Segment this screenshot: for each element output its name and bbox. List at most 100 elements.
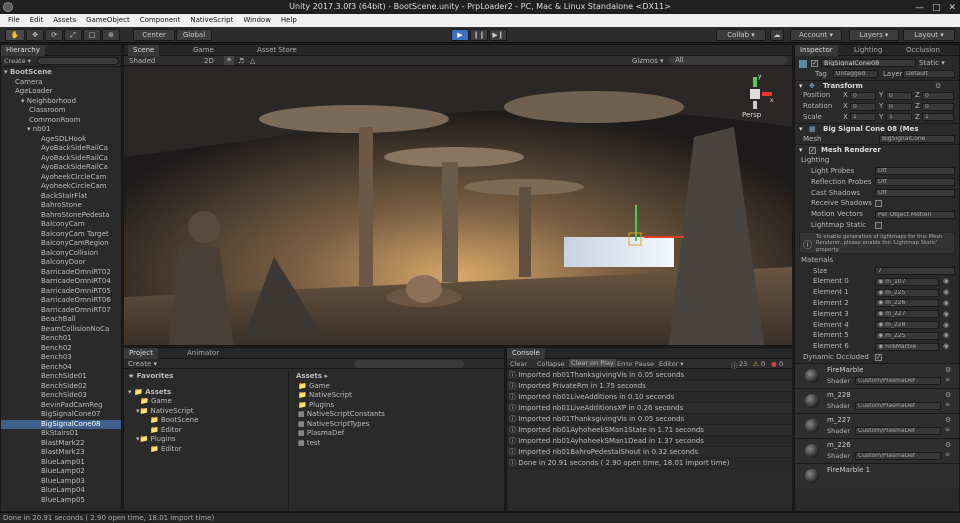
- tree-item-game[interactable]: 📁 Game: [124, 397, 288, 407]
- console-log-entry[interactable]: ⓘ Imported nb01AyhoheekSMan1State in 1.7…: [507, 425, 792, 436]
- object-picker-icon[interactable]: ◉: [943, 287, 949, 298]
- hierarchy-item[interactable]: Camera: [1, 78, 121, 88]
- console-log-entry[interactable]: ⓘ Imported nb01LiveAdditionsXP in 0.26 s…: [507, 403, 792, 414]
- menu-component[interactable]: Component: [135, 14, 186, 27]
- error-icon[interactable]: ●: [771, 360, 777, 368]
- projection-label[interactable]: Persp: [742, 111, 761, 119]
- hierarchy-item[interactable]: ▾ Neighborhood: [1, 97, 121, 107]
- active-checkbox[interactable]: ✓: [811, 60, 818, 67]
- minimize-icon[interactable]: —: [915, 1, 924, 15]
- position-y-input[interactable]: 0: [886, 91, 912, 100]
- hierarchy-item[interactable]: BlueLamp02: [1, 467, 121, 477]
- pivot-center-button[interactable]: Center: [133, 29, 175, 41]
- tab-occlusion[interactable]: Occlusion: [901, 45, 945, 56]
- hierarchy-item[interactable]: ▾ nb01: [1, 125, 121, 135]
- menu-gameobject[interactable]: GameObject: [81, 14, 135, 27]
- object-picker-icon[interactable]: ◉: [943, 276, 949, 287]
- material-card[interactable]: m_226 Shader Custom/PlasmaDef ≡ ⚙: [795, 437, 959, 463]
- hierarchy-item[interactable]: AyoheekCircleCam: [1, 182, 121, 192]
- hierarchy-item[interactable]: BarricadeOmniRT07: [1, 306, 121, 316]
- rotation-z-input[interactable]: 0: [922, 102, 954, 111]
- gizmo-down-axis-icon[interactable]: [753, 101, 757, 109]
- tab-scene[interactable]: Scene: [128, 45, 160, 56]
- asset-item[interactable]: ▦ PlasmaDef: [292, 429, 504, 439]
- hierarchy-item[interactable]: BalconyCam: [1, 220, 121, 230]
- material-card[interactable]: FireMarble 1: [795, 462, 959, 488]
- hierarchy-item[interactable]: BenchSide03: [1, 391, 121, 401]
- edit-shader-icon[interactable]: ≡: [945, 426, 950, 433]
- hierarchy-item[interactable]: BalconyCollision: [1, 249, 121, 259]
- hierarchy-item[interactable]: Bench02: [1, 344, 121, 354]
- tree-item-nativescript[interactable]: ▾📁 NativeScript: [124, 407, 288, 417]
- asset-item[interactable]: 📁 NativeScript: [292, 391, 504, 401]
- material-element-field[interactable]: ◉ m_227: [875, 310, 939, 319]
- pause-button[interactable]: ❙❙: [470, 29, 488, 41]
- receive-shadows-checkbox[interactable]: [875, 200, 882, 208]
- settings-gear-icon[interactable]: ⚙: [945, 366, 951, 374]
- asset-item[interactable]: ▦ test: [292, 439, 504, 449]
- asset-item[interactable]: ▦ NativeScriptConstants: [292, 410, 504, 420]
- tree-item-plugins-editor[interactable]: 📁 Editor: [124, 445, 288, 455]
- mesh-field[interactable]: BigSignalCone: [879, 134, 955, 143]
- hierarchy-item[interactable]: AyoBackSideRailCa: [1, 144, 121, 154]
- shader-dropdown[interactable]: Custom/PlasmaDef: [855, 426, 941, 435]
- hierarchy-item[interactable]: BackStairFlat: [1, 192, 121, 202]
- favorites-item[interactable]: ★ Favorites: [124, 372, 288, 382]
- console-clear-on-play-toggle[interactable]: Clear on Play: [569, 359, 616, 367]
- static-dropdown[interactable]: Static ▾: [919, 58, 945, 69]
- assets-breadcrumb[interactable]: Assets ▸: [292, 372, 504, 382]
- shader-dropdown[interactable]: Custom/PlasmaDef: [855, 376, 941, 385]
- gizmos-dropdown[interactable]: Gizmos ▾: [632, 57, 664, 65]
- menu-file[interactable]: File: [3, 14, 25, 27]
- console-editor-dropdown[interactable]: Editor ▾: [659, 360, 684, 368]
- step-button[interactable]: ▶❙: [489, 29, 507, 41]
- menu-help[interactable]: Help: [276, 14, 302, 27]
- menu-nativescript[interactable]: NativeScript: [185, 14, 238, 27]
- tab-lighting[interactable]: Lighting: [849, 45, 887, 56]
- gizmo-y-axis-icon[interactable]: [753, 77, 757, 87]
- hierarchy-scene-root[interactable]: ▾ BootScene: [1, 68, 121, 78]
- reflection-probes-dropdown[interactable]: Off: [875, 178, 955, 187]
- transform-tool-button[interactable]: ⊕: [102, 29, 120, 41]
- hierarchy-item[interactable]: BalconyCamRegion: [1, 239, 121, 249]
- shader-dropdown[interactable]: Custom/PlasmaDef: [855, 401, 941, 410]
- lighting-foldout[interactable]: Lighting: [795, 155, 959, 166]
- material-element-field[interactable]: ◉ m_225: [875, 288, 939, 297]
- hierarchy-item[interactable]: AyoheekCircleCam: [1, 173, 121, 183]
- hierarchy-item[interactable]: BigSignalCone07: [1, 410, 121, 420]
- asset-item[interactable]: 📁 Game: [292, 382, 504, 392]
- console-log-entry[interactable]: ⓘ Imported nb01AyhoheekSMan1Dead in 1.37…: [507, 436, 792, 447]
- hierarchy-search-input[interactable]: [37, 57, 119, 65]
- object-picker-icon[interactable]: ◉: [943, 320, 949, 331]
- asset-item[interactable]: 📁 Plugins: [292, 401, 504, 411]
- object-name-input[interactable]: BigSignalCone08: [821, 59, 916, 68]
- hierarchy-item[interactable]: CommonRoom: [1, 116, 121, 126]
- hierarchy-item[interactable]: BenchSide02: [1, 382, 121, 392]
- project-create-button[interactable]: Create ▾: [128, 360, 157, 368]
- settings-gear-icon[interactable]: ⚙: [945, 416, 951, 424]
- scale-y-input[interactable]: 1: [886, 113, 912, 122]
- material-element-field[interactable]: ◉ m_107: [875, 277, 939, 286]
- settings-gear-icon[interactable]: ⚙: [945, 391, 951, 399]
- rotate-tool-button[interactable]: ⟳: [45, 29, 63, 41]
- hierarchy-item[interactable]: AgeSDLHook: [1, 135, 121, 145]
- close-icon[interactable]: ✕: [948, 1, 956, 15]
- edit-shader-icon[interactable]: ≡: [945, 451, 950, 458]
- hierarchy-item[interactable]: AyoBackSideRailCa: [1, 154, 121, 164]
- hierarchy-item[interactable]: BigSignalCone08: [1, 419, 121, 429]
- position-x-input[interactable]: 0: [850, 91, 876, 100]
- mesh-filter-header[interactable]: ▾ ▦ Big Signal Cone 08 (Mes: [795, 122, 959, 134]
- play-button[interactable]: ▶: [451, 29, 469, 41]
- hierarchy-item[interactable]: BlueLamp05: [1, 496, 121, 506]
- info-icon[interactable]: ⓘ: [731, 360, 738, 370]
- tree-item-assets[interactable]: ▾ 📁 Assets: [124, 388, 288, 398]
- console-log-entry[interactable]: ⓘ Imported nb01ThanksgivingVis in 0.05 s…: [507, 414, 792, 425]
- scale-x-input[interactable]: 1: [850, 113, 876, 122]
- material-card[interactable]: m_228 Shader Custom/PlasmaDef ≡ ⚙: [795, 387, 959, 413]
- tab-animator[interactable]: Animator: [182, 348, 224, 359]
- tag-dropdown[interactable]: Untagged: [833, 70, 878, 79]
- asset-item[interactable]: ▦ NativeScriptTypes: [292, 420, 504, 430]
- hierarchy-item[interactable]: BalconyDoor: [1, 258, 121, 268]
- hierarchy-item[interactable]: AyoBackSideRailCa: [1, 163, 121, 173]
- object-picker-icon[interactable]: ◉: [943, 309, 949, 320]
